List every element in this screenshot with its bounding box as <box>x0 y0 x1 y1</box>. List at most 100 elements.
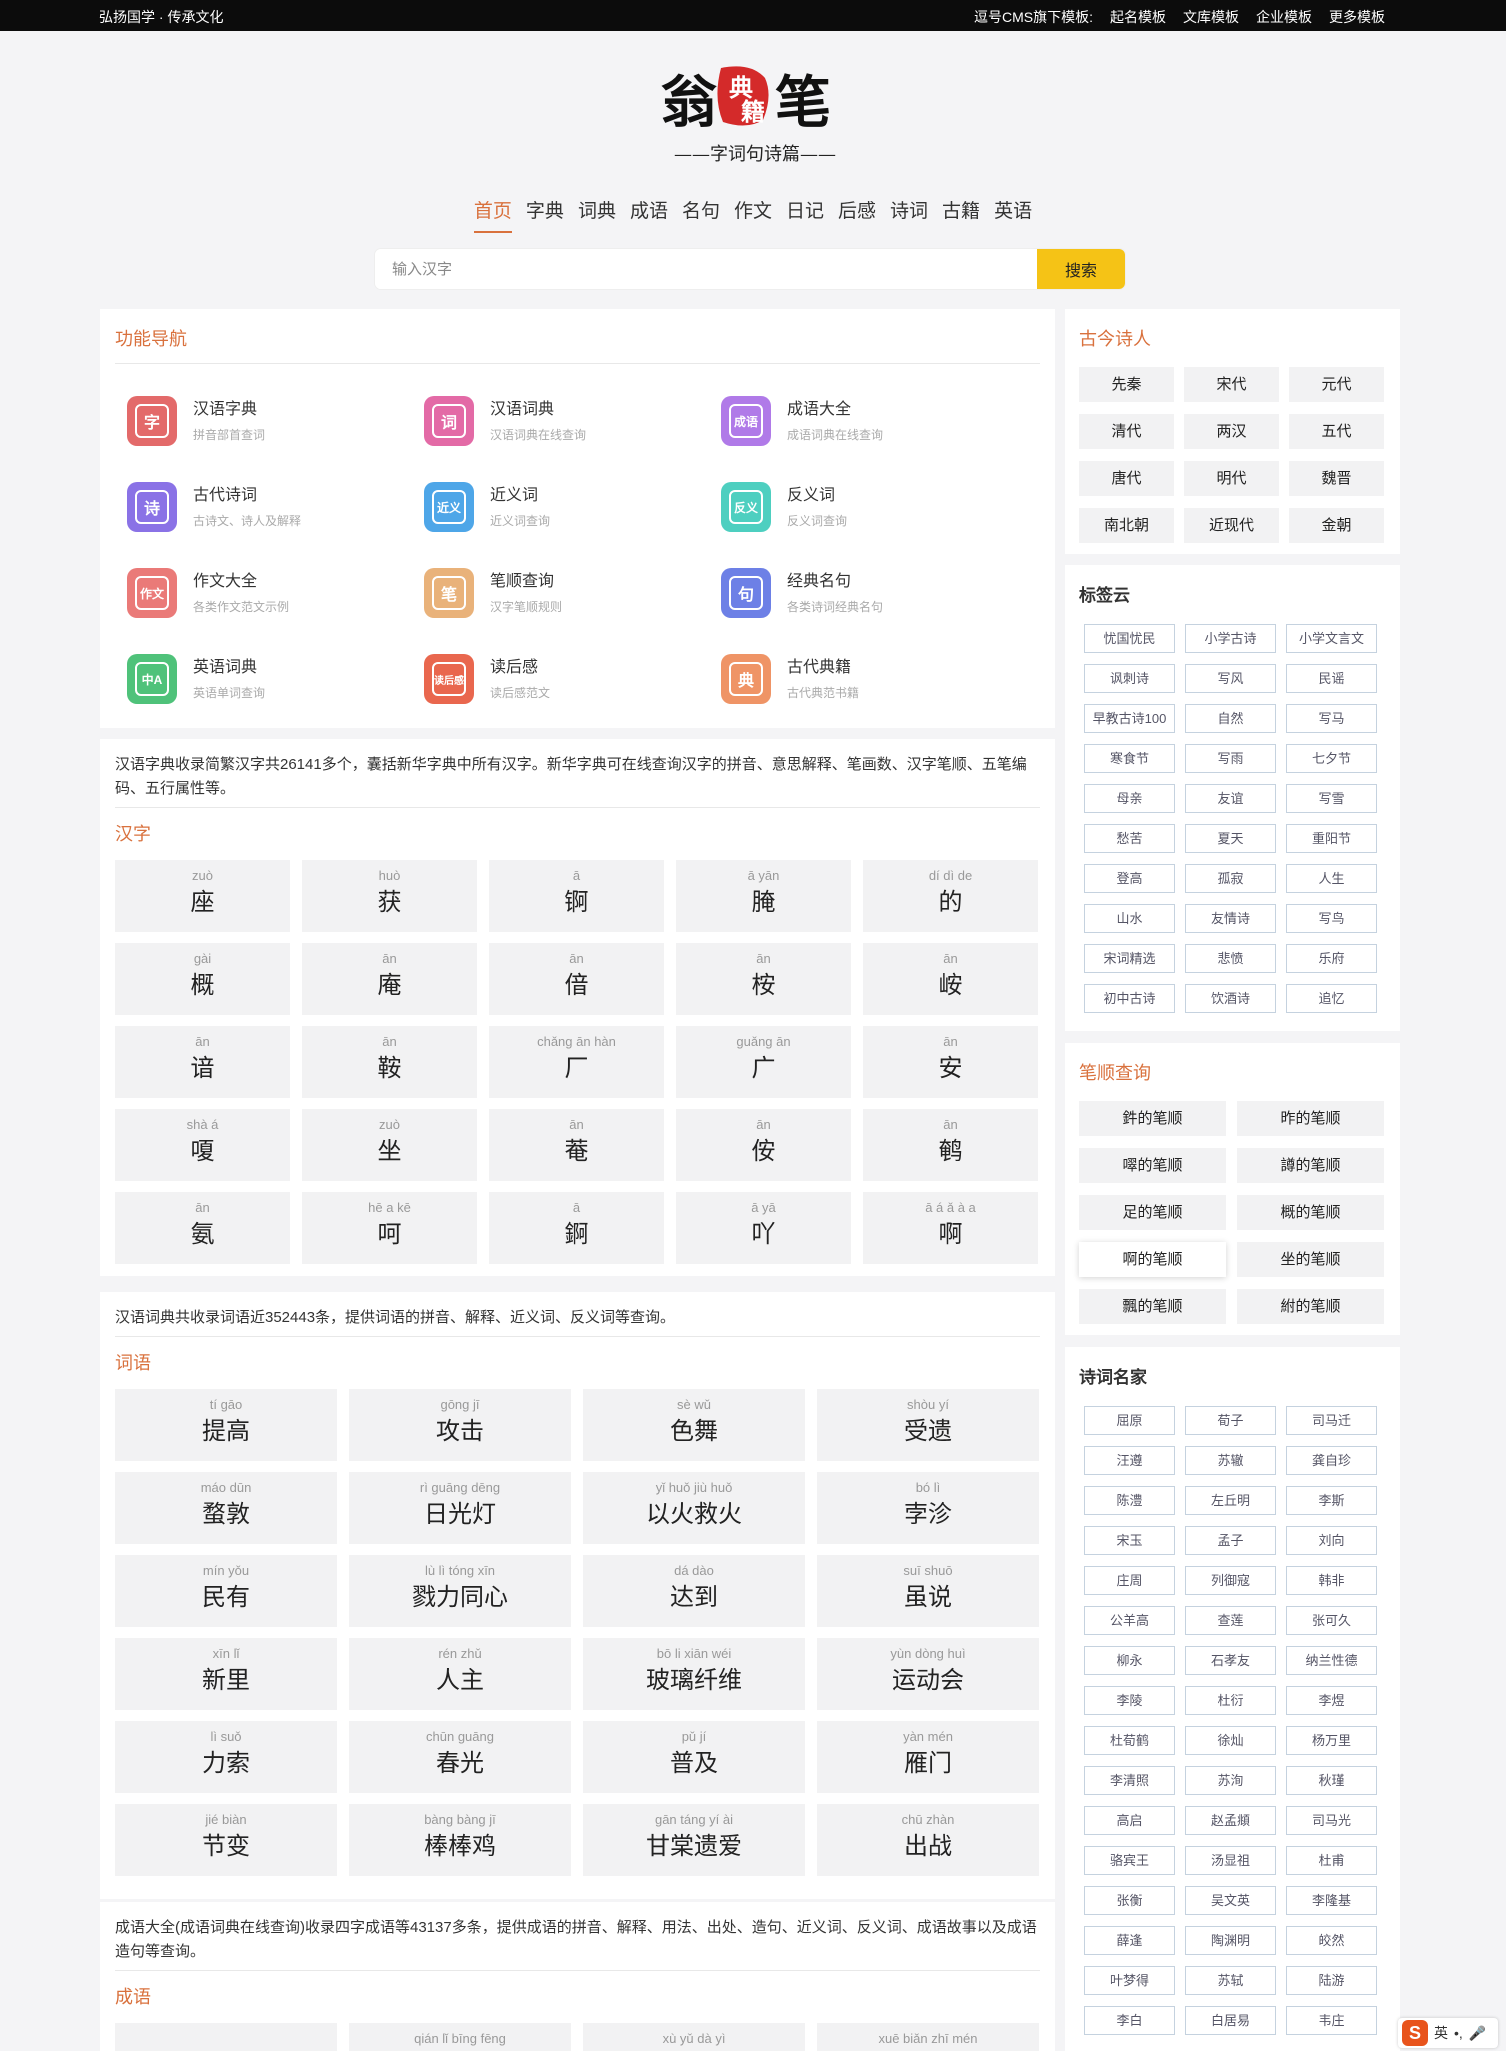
template-link[interactable]: 更多模板 <box>1329 7 1385 27</box>
stroke-item[interactable]: 足的笔顺 <box>1079 1195 1226 1230</box>
ciyu-cell[interactable]: dá dào 达到 <box>583 1555 805 1627</box>
hanzi-cell[interactable]: gài 概 <box>115 943 290 1015</box>
nav-shici[interactable]: 诗词 <box>890 196 928 233</box>
era-item[interactable]: 唐代 <box>1079 461 1174 496</box>
hanzi-cell[interactable]: ān 桉 <box>676 943 851 1015</box>
function-nav-item[interactable]: 笔笔顺查询 汉字笔顺规则 <box>424 550 721 636</box>
tag-item[interactable]: 早教古诗100 <box>1084 704 1175 733</box>
hanzi-cell[interactable]: ān 氨 <box>115 1192 290 1264</box>
chengyu-cell[interactable]: xuē biǎn zhī mén <box>817 2023 1039 2051</box>
famous-poet-item[interactable]: 宋玉 <box>1084 1526 1175 1555</box>
famous-poet-item[interactable]: 杜甫 <box>1286 1846 1377 1875</box>
ciyu-cell[interactable]: xīn lǐ 新里 <box>115 1638 337 1710</box>
tag-item[interactable]: 登高 <box>1084 864 1175 893</box>
era-item[interactable]: 先秦 <box>1079 367 1174 402</box>
stroke-item[interactable]: 啊的笔顺 <box>1079 1242 1226 1277</box>
tag-item[interactable]: 重阳节 <box>1286 824 1377 853</box>
ciyu-cell[interactable]: tí gāo 提高 <box>115 1389 337 1461</box>
era-item[interactable]: 清代 <box>1079 414 1174 449</box>
stroke-item[interactable]: 譐的笔顺 <box>1237 1148 1384 1183</box>
ime-badge[interactable]: S 英 •, 🎤 <box>1398 2018 1498 2048</box>
hanzi-cell[interactable]: ā yān 腌 <box>676 860 851 932</box>
famous-poet-item[interactable]: 陶渊明 <box>1185 1926 1276 1955</box>
search-button[interactable]: 搜索 <box>1037 249 1125 289</box>
stroke-item[interactable]: 概的笔顺 <box>1237 1195 1384 1230</box>
hanzi-cell[interactable]: huò 获 <box>302 860 477 932</box>
famous-poet-item[interactable]: 苏辙 <box>1185 1446 1276 1475</box>
function-nav-item[interactable]: 中A 英语词典 英语单词查询 <box>127 636 424 722</box>
hanzi-cell[interactable]: ān 菴 <box>489 1109 664 1181</box>
function-nav-item[interactable]: 近义 近义词 近义词查询 <box>424 464 721 550</box>
nav-home[interactable]: 首页 <box>473 196 512 233</box>
nav-hougan[interactable]: 后感 <box>838 196 876 233</box>
nav-mingju[interactable]: 名句 <box>682 196 720 233</box>
stroke-item[interactable]: 鈝的笔顺 <box>1079 1101 1226 1136</box>
famous-poet-item[interactable]: 汪遵 <box>1084 1446 1175 1475</box>
tag-item[interactable]: 七夕节 <box>1286 744 1377 773</box>
template-link[interactable]: 起名模板 <box>1110 7 1166 27</box>
ciyu-cell[interactable]: shòu yí 受遗 <box>817 1389 1039 1461</box>
tag-item[interactable]: 写雨 <box>1185 744 1276 773</box>
hanzi-cell[interactable]: ān 偣 <box>489 943 664 1015</box>
ciyu-cell[interactable]: bó lì 孛沴 <box>817 1472 1039 1544</box>
famous-poet-item[interactable]: 李斯 <box>1286 1486 1377 1515</box>
era-item[interactable]: 明代 <box>1184 461 1279 496</box>
nav-riji[interactable]: 日记 <box>786 196 824 233</box>
function-nav-item[interactable]: 读后感 读后感 读后感范文 <box>424 636 721 722</box>
ciyu-cell[interactable]: gān táng yí ài 甘棠遗爱 <box>583 1804 805 1876</box>
famous-poet-item[interactable]: 薛逢 <box>1084 1926 1175 1955</box>
hanzi-cell[interactable]: guǎng ān 广 <box>676 1026 851 1098</box>
famous-poet-item[interactable]: 杜荀鹤 <box>1084 1726 1175 1755</box>
nav-yingyu[interactable]: 英语 <box>994 196 1032 233</box>
famous-poet-item[interactable]: 庄周 <box>1084 1566 1175 1595</box>
famous-poet-item[interactable]: 赵孟頫 <box>1185 1806 1276 1835</box>
tag-item[interactable]: 寒食节 <box>1084 744 1175 773</box>
ciyu-cell[interactable]: lì suǒ 力索 <box>115 1721 337 1793</box>
tag-item[interactable]: 小学文言文 <box>1286 624 1377 653</box>
hanzi-cell[interactable]: ā yā 吖 <box>676 1192 851 1264</box>
famous-poet-item[interactable]: 杜衍 <box>1185 1686 1276 1715</box>
famous-poet-item[interactable]: 柳永 <box>1084 1646 1175 1675</box>
ciyu-cell[interactable]: yàn mén 雁门 <box>817 1721 1039 1793</box>
era-item[interactable]: 宋代 <box>1184 367 1279 402</box>
tag-item[interactable]: 讽刺诗 <box>1084 664 1175 693</box>
stroke-item[interactable]: 昨的笔顺 <box>1237 1101 1384 1136</box>
famous-poet-item[interactable]: 陆游 <box>1286 1966 1377 1995</box>
tag-item[interactable]: 友谊 <box>1185 784 1276 813</box>
template-link[interactable]: 企业模板 <box>1256 7 1312 27</box>
famous-poet-item[interactable]: 陈澧 <box>1084 1486 1175 1515</box>
function-nav-item[interactable]: 字汉语字典 拼音部首查词 <box>127 378 424 464</box>
ciyu-cell[interactable]: rén zhǔ 人主 <box>349 1638 571 1710</box>
famous-poet-item[interactable]: 秋瑾 <box>1286 1766 1377 1795</box>
era-item[interactable]: 魏晋 <box>1289 461 1384 496</box>
chengyu-cell[interactable] <box>115 2023 337 2051</box>
function-nav-item[interactable]: 诗古代诗词 古诗文、诗人及解释 <box>127 464 424 550</box>
ciyu-cell[interactable]: máo dūn 蝥敦 <box>115 1472 337 1544</box>
ciyu-cell[interactable]: chū zhàn 出战 <box>817 1804 1039 1876</box>
famous-poet-item[interactable]: 查莲 <box>1185 1606 1276 1635</box>
famous-poet-item[interactable]: 龚自珍 <box>1286 1446 1377 1475</box>
nav-chengyu[interactable]: 成语 <box>630 196 668 233</box>
ciyu-cell[interactable]: suī shuō 虽说 <box>817 1555 1039 1627</box>
tag-item[interactable]: 写雪 <box>1286 784 1377 813</box>
stroke-item[interactable]: 紨的笔顺 <box>1237 1289 1384 1324</box>
hanzi-cell[interactable]: ān 安 <box>863 1026 1038 1098</box>
famous-poet-item[interactable]: 苏洵 <box>1185 1766 1276 1795</box>
tag-item[interactable]: 宋词精选 <box>1084 944 1175 973</box>
chengyu-cell[interactable]: xù yǔ dà yì <box>583 2023 805 2051</box>
famous-poet-item[interactable]: 李白 <box>1084 2006 1175 2035</box>
tag-item[interactable]: 小学古诗 <box>1185 624 1276 653</box>
famous-poet-item[interactable]: 石孝友 <box>1185 1646 1276 1675</box>
tag-item[interactable]: 初中古诗 <box>1084 984 1175 1013</box>
hanzi-cell[interactable]: ā錒 <box>489 1192 664 1264</box>
nav-zidian[interactable]: 字典 <box>526 196 564 233</box>
famous-poet-item[interactable]: 徐灿 <box>1185 1726 1276 1755</box>
tag-item[interactable]: 民谣 <box>1286 664 1377 693</box>
stroke-item[interactable]: 坐的笔顺 <box>1237 1242 1384 1277</box>
tag-item[interactable]: 忧国忧民 <box>1084 624 1175 653</box>
famous-poet-item[interactable]: 吴文英 <box>1185 1886 1276 1915</box>
tag-item[interactable]: 饮酒诗 <box>1185 984 1276 1013</box>
hanzi-cell[interactable]: ān 鞍 <box>302 1026 477 1098</box>
era-item[interactable]: 近现代 <box>1184 508 1279 543</box>
era-item[interactable]: 金朝 <box>1289 508 1384 543</box>
